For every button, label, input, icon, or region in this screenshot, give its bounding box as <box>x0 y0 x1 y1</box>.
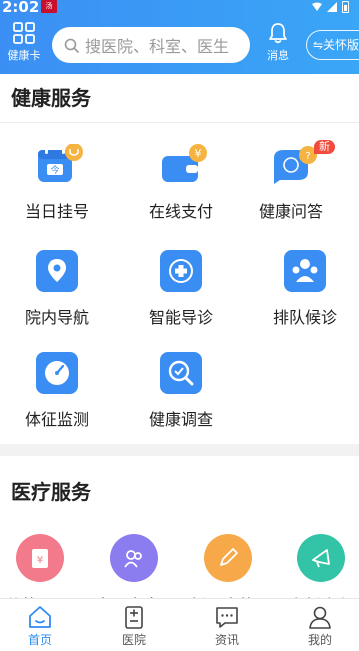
tab-profile[interactable]: 我的 <box>290 604 350 648</box>
service-online-payment[interactable]: ¥ 在线支付 <box>126 144 236 222</box>
wallet-yuan-icon: ¥ <box>160 144 207 186</box>
chat-question-icon: ? <box>270 144 317 186</box>
grid-icon <box>13 22 35 44</box>
service-smart-guide[interactable]: 智能导诊 <box>126 250 236 328</box>
svg-text:?: ? <box>305 151 310 162</box>
status-icons <box>312 1 349 13</box>
health-card-button[interactable]: 健康卡 <box>4 22 44 63</box>
service-label: 排队候诊 <box>272 308 337 327</box>
tab-hospital[interactable]: 医院 <box>104 604 164 648</box>
battery-icon <box>342 1 349 13</box>
search-input[interactable]: 搜医院、科室、医生 <box>52 27 250 63</box>
tab-home[interactable]: 首页 <box>10 604 70 648</box>
status-bar: 2:02 汤 <box>0 0 359 16</box>
service-label: 在线支付 <box>148 202 213 221</box>
service-queue[interactable]: 排队候诊 <box>250 250 359 328</box>
search-icon <box>64 38 79 53</box>
svg-text:¥: ¥ <box>195 147 202 160</box>
medical-services-title: 医疗服务 <box>11 480 91 504</box>
signal-icon <box>327 2 337 12</box>
svg-text:今: 今 <box>50 164 59 176</box>
app-header: 2:02 汤 健康卡 搜医院、科室、医生 消息 ⇋关怀版 <box>0 0 359 74</box>
svg-text:¥: ¥ <box>37 555 43 566</box>
pen-icon[interactable] <box>204 534 252 582</box>
tab-label: 资讯 <box>214 633 239 647</box>
tab-label: 医院 <box>121 633 146 647</box>
hospital-icon <box>125 606 143 629</box>
gauge-icon <box>36 352 78 394</box>
home-icon <box>29 606 51 628</box>
service-same-day-registration[interactable]: 今 当日挂号 <box>2 143 112 222</box>
health-services-section: 健康服务 今 当日挂号 ¥ 在线支付 ? 健康问答 新 院内导航 智能导诊 排队… <box>0 74 359 444</box>
app-notification-icon: 汤 <box>41 0 57 13</box>
price-board-icon[interactable]: ¥ <box>16 534 64 582</box>
wifi-icon <box>312 2 322 11</box>
service-label: 健康调查 <box>148 410 213 429</box>
bottom-tab-bar: 首页 医院 资讯 我的 <box>0 598 359 651</box>
calendar-stethoscope-icon: 今 <box>36 143 83 186</box>
news-icon <box>216 607 238 628</box>
service-vital-monitoring[interactable]: 体征监测 <box>2 352 112 430</box>
service-label: 智能导诊 <box>148 308 213 327</box>
horn-icon[interactable] <box>297 534 345 582</box>
new-badge: 新 <box>314 140 335 154</box>
bell-icon <box>269 23 287 44</box>
tab-label: 首页 <box>27 633 52 647</box>
service-health-survey[interactable]: 健康调查 <box>126 352 236 430</box>
health-card-label: 健康卡 <box>7 49 41 62</box>
service-label: 体征监测 <box>24 410 89 429</box>
medical-services-section: 医疗服务 ¥ 价格公示 名医专家 新冠疫苗 重症活动 <box>0 456 359 615</box>
status-time: 2:02 <box>2 0 40 16</box>
health-services-title: 健康服务 <box>11 86 91 110</box>
service-label: 院内导航 <box>24 308 89 327</box>
service-label: 健康问答 <box>258 202 323 221</box>
profile-icon <box>309 606 331 629</box>
messages-button[interactable]: 消息 <box>261 22 295 63</box>
service-label: 当日挂号 <box>24 202 89 221</box>
people-queue-icon <box>284 250 326 292</box>
magnifier-check-icon <box>160 352 202 394</box>
tab-label: 我的 <box>307 633 332 647</box>
care-mode-button[interactable]: ⇋关怀版 <box>306 30 359 60</box>
tab-news[interactable]: 资讯 <box>197 604 257 648</box>
map-pin-icon <box>36 250 78 292</box>
section-divider <box>0 122 359 123</box>
service-health-qa[interactable]: ? 健康问答 <box>236 144 346 222</box>
service-hospital-navigation[interactable]: 院内导航 <box>2 250 112 328</box>
medical-target-icon <box>160 250 202 292</box>
search-placeholder: 搜医院、科室、医生 <box>85 37 230 56</box>
messages-label: 消息 <box>267 49 289 62</box>
doctors-icon[interactable] <box>110 534 158 582</box>
